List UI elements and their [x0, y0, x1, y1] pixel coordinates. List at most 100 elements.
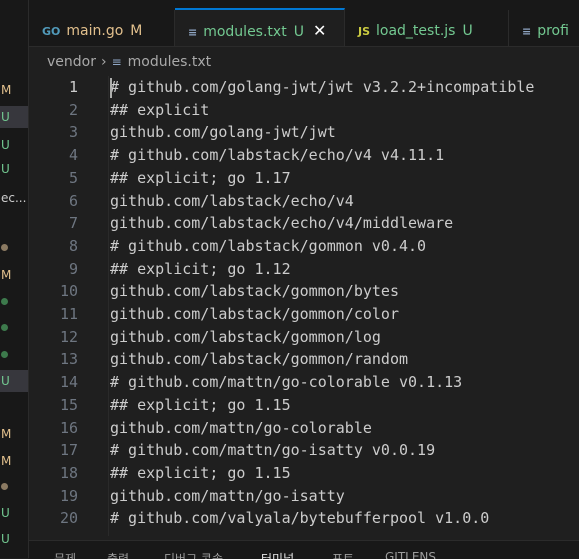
line-number: 2 [68, 100, 78, 119]
status-dot-icon [1, 298, 8, 305]
line-text: github.com/labstack/gommon/color [110, 305, 399, 323]
line-text: github.com/labstack/echo/v4/middleware [110, 214, 454, 233]
code-line[interactable]: 1 # github.com/golang-jwt/jwt v3.2.2+inco… [29, 76, 579, 99]
explorer-item-status: M [1, 427, 12, 441]
explorer-item[interactable] [0, 236, 28, 258]
breadcrumb-separator: › [100, 54, 107, 70]
breadcrumb-folder[interactable]: vendor [47, 54, 96, 70]
tab-label: modules.txt [203, 24, 287, 40]
line-number: 16 [59, 418, 78, 437]
line-text: github.com/golang-jwt/jwt [110, 123, 336, 142]
explorer-item[interactable]: M [0, 264, 28, 286]
line-text: ## explicit; go 1.12 [110, 259, 291, 278]
panel-tab-bar: 문제 출력 디버그 콘솔 터미널 포트 GITLENS [29, 540, 579, 559]
line-number: 3 [68, 123, 78, 142]
code-line[interactable]: 9 ## explicit; go 1.12 [29, 258, 579, 281]
tab-main-go[interactable]: GO main.go M [29, 10, 175, 46]
tab-modules-txt[interactable]: ≡ modules.txt U ✕ [175, 8, 345, 46]
explorer-item[interactable]: U [0, 370, 28, 392]
editor-tab-bar: GO main.go M ≡ modules.txt U ✕ JS load_test.js U ≡… [29, 0, 579, 47]
line-number: 7 [68, 214, 78, 233]
explorer-item[interactable]: M [0, 450, 28, 472]
tab-label: profi [537, 23, 569, 39]
explorer-item[interactable]: M [0, 423, 28, 445]
tab-git-status: M [130, 23, 143, 39]
explorer-item[interactable]: U [0, 158, 28, 180]
code-line[interactable]: 19 github.com/mattn/go-isatty [29, 485, 579, 508]
code-line[interactable]: 17 # github.com/mattn/go-isatty v0.0.19 [29, 439, 579, 462]
text-file-icon: ≡ [111, 55, 122, 69]
explorer-item[interactable]: U [0, 106, 28, 128]
code-editor[interactable]: 1 # github.com/golang-jwt/jwt v3.2.2+inco… [29, 76, 579, 536]
explorer-item-status: U [1, 110, 10, 124]
line-text: ## explicit [110, 100, 210, 119]
status-dot-icon [1, 324, 8, 331]
js-file-icon: JS [358, 25, 371, 38]
line-number: 12 [59, 327, 78, 346]
tab-profi[interactable]: ≡ profi [509, 10, 579, 46]
explorer-item-status: U [1, 532, 10, 546]
line-text: # github.com/labstack/echo/v4 v4.11.1 [110, 146, 445, 165]
text-file-icon: ≡ [522, 25, 532, 38]
line-number: 8 [68, 236, 78, 255]
line-number: 11 [59, 305, 78, 323]
tab-label: main.go [66, 23, 124, 39]
line-number: 9 [68, 259, 78, 278]
explorer-item[interactable] [0, 290, 28, 312]
explorer-item[interactable]: U [0, 134, 28, 156]
code-line[interactable]: 2 ## explicit [29, 99, 579, 122]
code-line[interactable]: 8 # github.com/labstack/gommon v0.4.0 [29, 235, 579, 258]
explorer-item[interactable] [0, 316, 28, 338]
line-text: github.com/labstack/echo/v4 [110, 191, 354, 210]
explorer-item[interactable]: M [0, 79, 28, 101]
code-line[interactable]: 7 github.com/labstack/echo/v4/middleware [29, 212, 579, 235]
code-line[interactable]: 14 # github.com/mattn/go-colorable v0.1.1… [29, 371, 579, 394]
line-text: # github.com/mattn/go-isatty v0.0.19 [110, 441, 436, 460]
code-line[interactable]: 6 github.com/labstack/echo/v4 [29, 190, 579, 213]
explorer-item[interactable] [0, 475, 28, 497]
go-file-icon: GO [42, 25, 61, 38]
code-line[interactable]: 12 github.com/labstack/gommon/log [29, 326, 579, 349]
line-number: 4 [68, 146, 78, 165]
tab-label: load_test.js [376, 23, 456, 39]
code-line[interactable]: 10 github.com/labstack/gommon/bytes [29, 280, 579, 303]
explorer-item-status: U [1, 138, 10, 152]
code-line[interactable]: 5 ## explicit; go 1.17 [29, 167, 579, 190]
line-number: 18 [59, 463, 78, 482]
line-number: 14 [59, 373, 78, 392]
explorer-item[interactable]: U [0, 528, 28, 550]
code-line[interactable]: 3 github.com/golang-jwt/jwt [29, 121, 579, 144]
code-line[interactable]: 15 ## explicit; go 1.15 [29, 394, 579, 417]
explorer-item[interactable] [0, 343, 28, 365]
explorer-item-status: U [1, 162, 10, 176]
close-icon[interactable]: ✕ [313, 21, 326, 40]
line-text: # github.com/golang-jwt/jwt v3.2.2+incom… [110, 78, 535, 96]
explorer-item[interactable]: ec... [0, 187, 28, 209]
line-text: ## explicit; go 1.15 [110, 463, 291, 482]
line-text: ## explicit; go 1.17 [110, 168, 291, 187]
tab-load-test-js[interactable]: JS load_test.js U [345, 10, 509, 46]
line-number: 10 [59, 282, 78, 301]
line-number: 1 [68, 78, 78, 96]
explorer-item-status: U [1, 506, 10, 520]
code-line[interactable]: 13 github.com/labstack/gommon/random [29, 348, 579, 371]
code-line[interactable]: 20 # github.com/valyala/bytebufferpool v1… [29, 507, 579, 530]
code-line[interactable]: 18 ## explicit; go 1.15 [29, 462, 579, 485]
line-text: ## explicit; go 1.15 [110, 395, 291, 414]
code-line[interactable]: 11 github.com/labstack/gommon/color [29, 303, 579, 326]
line-text: github.com/labstack/gommon/random [110, 350, 409, 369]
line-text: github.com/mattn/go-colorable [110, 418, 372, 437]
code-line[interactable]: 16 github.com/mattn/go-colorable [29, 417, 579, 440]
explorer-item-status: M [1, 454, 12, 468]
explorer-strip: M U U Uec... M U M M U U [0, 0, 29, 558]
breadcrumb-file[interactable]: modules.txt [128, 54, 211, 70]
line-number: 19 [59, 486, 78, 505]
line-text: github.com/labstack/gommon/log [110, 327, 381, 346]
line-text: # github.com/mattn/go-colorable v0.1.13 [110, 373, 463, 392]
line-number: 13 [59, 350, 78, 369]
code-line[interactable]: 4 # github.com/labstack/echo/v4 v4.11.1 [29, 144, 579, 167]
line-text: # github.com/labstack/gommon v0.4.0 [110, 236, 427, 255]
explorer-item[interactable]: U [0, 502, 28, 524]
line-number: 6 [68, 191, 78, 210]
status-dot-icon [1, 244, 8, 251]
